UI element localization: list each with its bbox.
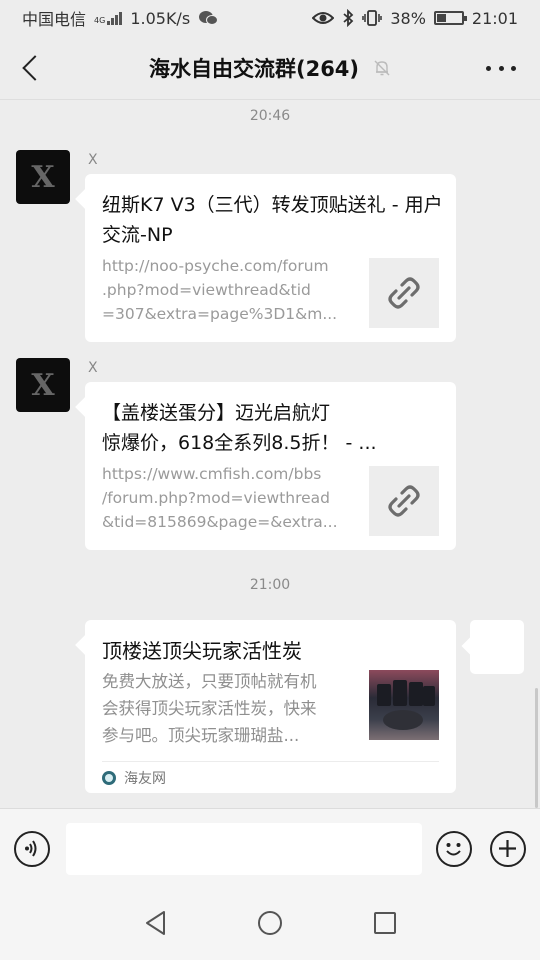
nav-home-icon[interactable] (258, 911, 282, 935)
avatar[interactable]: X (16, 150, 70, 204)
message-input[interactable] (66, 823, 422, 875)
source-logo-icon (102, 770, 116, 785)
system-nav-bar (0, 888, 540, 960)
network-type-label: 4G (94, 16, 106, 25)
battery-icon (433, 11, 467, 25)
status-left: 中国电信 4G 1.05K/s (22, 6, 219, 30)
source-name: 海友网 (124, 770, 166, 787)
eye-icon (312, 12, 335, 24)
signal-icon: 4G (94, 11, 123, 25)
link-url: http://noo-psyche.com/forum .php?mod=vie… (102, 257, 338, 323)
sender-name: X (88, 360, 98, 376)
carrier-label: 中国电信 (22, 10, 87, 29)
vibrate-icon (362, 10, 383, 26)
message-list[interactable]: 20:46 X X 纽斯K7 V3（三代）转发顶贴送礼 - 用户交流-NP ht… (0, 100, 540, 808)
link-title: 【盖楼送蛋分】迈光启航灯 惊爆价，618全系列8.5折！ - ... (102, 402, 377, 454)
link-icon (369, 258, 439, 328)
nav-recent-icon[interactable] (374, 912, 396, 934)
plus-icon[interactable] (490, 831, 526, 867)
link-card[interactable]: 【盖楼送蛋分】迈光启航灯 惊爆价，618全系列8.5折！ - ... https… (85, 382, 456, 550)
link-icon (369, 466, 439, 536)
clock: 21:01 (471, 8, 518, 28)
scrollbar[interactable] (535, 688, 538, 808)
more-dots-icon[interactable] (486, 56, 516, 80)
sender-name: X (88, 152, 98, 168)
nav-back-icon[interactable] (144, 910, 168, 936)
article-thumbnail (369, 670, 439, 740)
timestamp: 20:46 (249, 108, 291, 124)
chat-title: 海水自由交流群(264) (148, 56, 360, 81)
chat-header: 海水自由交流群(264) (0, 36, 540, 100)
status-right: 38% 21:01 (312, 9, 518, 28)
bluetooth-icon (343, 9, 354, 27)
message-bubble[interactable] (470, 620, 524, 674)
article-card[interactable]: 顶楼送顶尖玩家活性炭 免费大放送，只要顶帖就有机 会获得顶尖玩家活性炭，快来 参… (85, 620, 456, 793)
back-arrow-icon[interactable] (14, 50, 50, 86)
link-url: https://www.cmfish.com/bbs /forum.php?mo… (102, 465, 338, 531)
article-source: 海友网 (102, 761, 439, 793)
battery-percent: 38% (390, 8, 426, 28)
timestamp: 21:00 (249, 577, 291, 593)
emoji-icon[interactable] (436, 831, 472, 867)
article-title: 顶楼送顶尖玩家活性炭 (102, 639, 302, 663)
status-bar: 中国电信 4G 1.05K/s 38% 21:01 (0, 0, 540, 36)
wechat-icon (199, 11, 219, 25)
avatar[interactable]: X (16, 358, 70, 412)
mute-bell-icon (374, 60, 390, 75)
link-title: 纽斯K7 V3（三代）转发顶贴送礼 - 用户交流-NP (102, 194, 443, 246)
link-card[interactable]: 纽斯K7 V3（三代）转发顶贴送礼 - 用户交流-NP http://noo-p… (85, 174, 456, 342)
network-speed: 1.05K/s (130, 8, 191, 28)
input-bar (0, 808, 540, 888)
article-desc: 免费大放送，只要顶帖就有机 会获得顶尖玩家活性炭，快来 参与吧。顶尖玩家珊瑚盐.… (102, 672, 317, 745)
voice-icon[interactable] (14, 831, 50, 867)
